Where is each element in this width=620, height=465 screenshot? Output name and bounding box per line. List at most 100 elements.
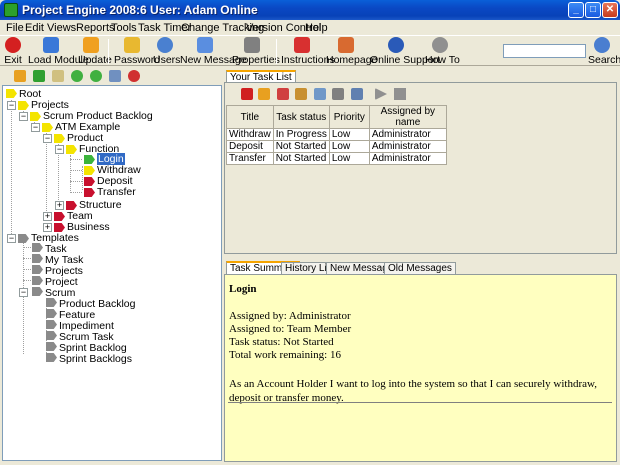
tree-node-transfer[interactable]: Transfer [97, 186, 136, 198]
product-backlog-tag-icon [46, 298, 57, 307]
scrum-backlog-tag-icon [30, 112, 41, 121]
structure-tag-icon [66, 201, 77, 210]
summary-divider [228, 402, 612, 403]
summary-assigned-to: Assigned to: Team Member [229, 323, 352, 335]
password-button[interactable]: Password [114, 37, 160, 66]
tree-guide [23, 269, 31, 270]
update-button[interactable]: Update [78, 37, 112, 66]
root-tag-icon [6, 89, 17, 98]
search-input[interactable] [503, 44, 586, 58]
users-button[interactable]: Users [153, 37, 180, 66]
atm-example-tag-icon [42, 123, 53, 132]
move-down-icon[interactable] [90, 70, 102, 82]
toolbar-separator [108, 39, 109, 64]
expand-icon[interactable]: + [43, 212, 52, 221]
open-task-icon[interactable] [258, 88, 270, 100]
play-icon[interactable] [375, 88, 387, 100]
export-task-icon[interactable] [314, 88, 326, 100]
open-icon[interactable] [14, 70, 26, 82]
online-support-button[interactable]: Online Support [370, 37, 440, 66]
templates-tag-icon [18, 234, 29, 243]
table-row[interactable]: Withdraw In Progress Low Administrator [226, 128, 447, 141]
cell-assigned-by: Administrator [368, 140, 447, 153]
table-row[interactable]: Deposit Not Started Low Administrator [226, 140, 447, 153]
toolbar-separator [276, 39, 277, 64]
tree-guide [11, 100, 12, 238]
collapse-icon[interactable]: − [31, 123, 40, 132]
close-button[interactable]: ✕ [602, 2, 618, 18]
exit-button[interactable]: Exit [3, 37, 23, 66]
my-task-tag-icon [32, 254, 43, 263]
move-up-icon[interactable] [71, 70, 83, 82]
column-priority[interactable]: Priority [328, 105, 370, 129]
team-tag-icon [54, 212, 65, 221]
task-list-toolbar [227, 86, 615, 102]
delete-icon[interactable] [128, 70, 140, 82]
how-to-button[interactable]: How To [425, 37, 460, 66]
cell-title: Withdraw [226, 128, 274, 141]
print-icon[interactable] [109, 70, 121, 82]
update-icon [83, 37, 99, 53]
new-message-button[interactable]: New Message [180, 37, 247, 66]
collapse-icon[interactable]: − [55, 145, 64, 154]
search-button[interactable]: Search [588, 37, 620, 66]
tree-guide [23, 280, 31, 281]
settings-task-icon[interactable] [332, 88, 344, 100]
tag-task-icon[interactable] [277, 88, 289, 100]
column-title[interactable]: Title [226, 105, 274, 129]
print-task-icon[interactable] [351, 88, 363, 100]
collapse-icon[interactable]: − [43, 134, 52, 143]
project-tag-icon [32, 276, 43, 285]
folder-task-icon[interactable] [295, 88, 307, 100]
menu-views[interactable]: Views [47, 22, 76, 34]
cell-assigned-by: Administrator [368, 152, 447, 165]
edit-icon[interactable] [52, 70, 64, 82]
add-icon[interactable] [33, 70, 45, 82]
collapse-icon[interactable]: − [7, 101, 16, 110]
tree-node-sprint-backlogs[interactable]: Sprint Backlogs [59, 353, 132, 365]
homepage-button[interactable]: Homepage [326, 37, 377, 66]
cell-assigned-by: Administrator [368, 128, 447, 141]
cell-status: Not Started [272, 140, 330, 153]
title-bar: Project Engine 2008:6 User: Adam Online … [0, 0, 620, 20]
menu-tools[interactable]: Tools [111, 22, 137, 34]
minimize-button[interactable]: _ [568, 2, 584, 18]
tree-guide [46, 133, 47, 213]
delete-task-icon[interactable] [241, 88, 253, 100]
menu-help[interactable]: Help [305, 22, 328, 34]
tree-guide [23, 258, 31, 259]
properties-button[interactable]: Properties [232, 37, 280, 66]
stop-icon[interactable] [394, 88, 406, 100]
menu-reports[interactable]: Reports [76, 22, 115, 34]
scrum-tag-icon [32, 287, 43, 296]
home-icon [338, 37, 354, 53]
sprint-backlog-tag-icon [46, 342, 57, 351]
expand-icon[interactable]: + [43, 223, 52, 232]
column-task-status[interactable]: Task status [272, 105, 330, 129]
transfer-tag-icon [84, 188, 95, 197]
cell-priority: Low [328, 152, 370, 165]
menu-edit[interactable]: Edit [25, 22, 44, 34]
projects-template-tag-icon [32, 265, 43, 274]
collapse-icon[interactable]: − [19, 112, 28, 121]
folder-open-icon [43, 37, 59, 53]
expand-icon[interactable]: + [55, 201, 64, 210]
tree-guide [70, 181, 82, 182]
key-icon [124, 37, 140, 53]
collapse-icon[interactable]: − [7, 234, 16, 243]
menu-file[interactable]: File [6, 22, 24, 34]
load-module-button[interactable]: Load Module [28, 37, 89, 66]
function-tag-icon [66, 145, 77, 154]
impediment-tag-icon [46, 320, 57, 329]
deposit-tag-icon [84, 177, 95, 186]
column-assigned-by[interactable]: Assigned by name [368, 105, 447, 129]
cell-status: Not Started [272, 152, 330, 165]
feature-tag-icon [46, 309, 57, 318]
collapse-icon[interactable]: − [19, 288, 28, 297]
maximize-button[interactable]: □ [585, 2, 601, 18]
task-grid: Title Task status Priority Assigned by n… [226, 105, 615, 253]
table-row[interactable]: Transfer Not Started Low Administrator [226, 152, 447, 165]
menu-bar: File Edit Views Reports Tools Task Timer… [0, 20, 620, 35]
instructions-button[interactable]: Instructions [281, 37, 335, 66]
message-icon [197, 37, 213, 53]
